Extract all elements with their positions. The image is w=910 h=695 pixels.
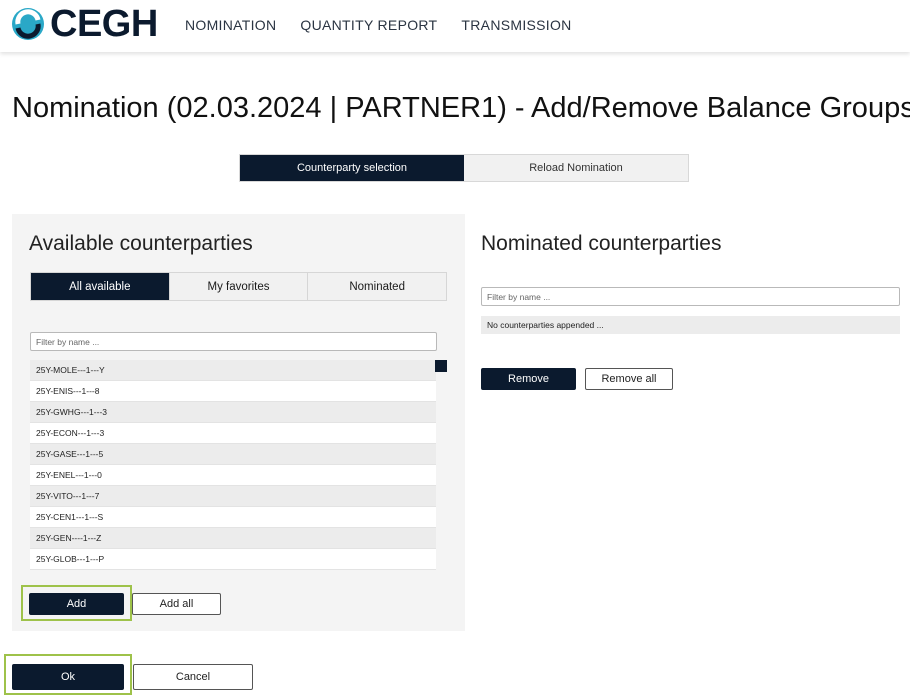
available-filter-tabs: All available My favorites Nominated xyxy=(30,272,447,301)
nav-quantity-report[interactable]: QUANTITY REPORT xyxy=(300,17,437,33)
nominated-empty-message: No counterparties appended ... xyxy=(481,316,900,334)
list-item[interactable]: 25Y-GLOB---1---P xyxy=(30,549,436,570)
list-item[interactable]: 25Y-ENIS---1---8 xyxy=(30,381,436,402)
list-item[interactable]: 25Y-ECON---1---3 xyxy=(30,423,436,444)
tab-counterparty-selection[interactable]: Counterparty selection xyxy=(240,155,464,181)
list-item[interactable]: 25Y-ENEL---1---0 xyxy=(30,465,436,486)
tab-all-available[interactable]: All available xyxy=(31,273,169,300)
nominated-counterparties-title: Nominated counterparties xyxy=(481,232,722,255)
nav-transmission[interactable]: TRANSMISSION xyxy=(461,17,571,33)
mode-tabs: Counterparty selection Reload Nomination xyxy=(239,154,689,182)
logo-text: CEGH xyxy=(50,3,158,45)
tab-my-favorites[interactable]: My favorites xyxy=(168,273,308,300)
add-all-button[interactable]: Add all xyxy=(132,593,221,615)
remove-all-button[interactable]: Remove all xyxy=(585,368,673,390)
list-item[interactable]: 25Y-CEN1---1---S xyxy=(30,507,436,528)
add-button[interactable]: Add xyxy=(29,593,124,615)
available-counterparties-panel: Available counterparties All available M… xyxy=(12,214,465,631)
list-item[interactable]: 25Y-VITO---1---7 xyxy=(30,486,436,507)
list-item[interactable]: 25Y-MOLE---1---Y xyxy=(30,360,436,381)
ok-button[interactable]: Ok xyxy=(12,664,124,690)
cegh-logo-icon xyxy=(12,8,44,40)
cegh-logo[interactable]: CEGH xyxy=(10,4,158,44)
list-item[interactable]: 25Y-GWHG---1---3 xyxy=(30,402,436,423)
nominated-filter-input[interactable] xyxy=(481,287,900,306)
remove-button[interactable]: Remove xyxy=(481,368,576,390)
nav-nomination[interactable]: NOMINATION xyxy=(185,17,276,33)
page-title: Nomination (02.03.2024 | PARTNER1) - Add… xyxy=(12,92,910,124)
cancel-button[interactable]: Cancel xyxy=(133,664,253,690)
list-item[interactable]: 25Y-GEN----1---Z xyxy=(30,528,436,549)
list-item[interactable]: 25Y-GASE---1---5 xyxy=(30,444,436,465)
tab-reload-nomination[interactable]: Reload Nomination xyxy=(464,155,688,181)
main-nav: NOMINATION QUANTITY REPORT TRANSMISSION xyxy=(185,17,572,33)
available-filter-input[interactable] xyxy=(30,332,437,351)
available-counterparties-title: Available counterparties xyxy=(29,232,253,255)
list-scrollbar-thumb[interactable] xyxy=(435,360,447,372)
top-header: CEGH NOMINATION QUANTITY REPORT TRANSMIS… xyxy=(0,0,910,52)
tab-nominated[interactable]: Nominated xyxy=(307,273,446,300)
available-counterparty-list: 25Y-MOLE---1---Y 25Y-ENIS---1---8 25Y-GW… xyxy=(30,360,436,570)
